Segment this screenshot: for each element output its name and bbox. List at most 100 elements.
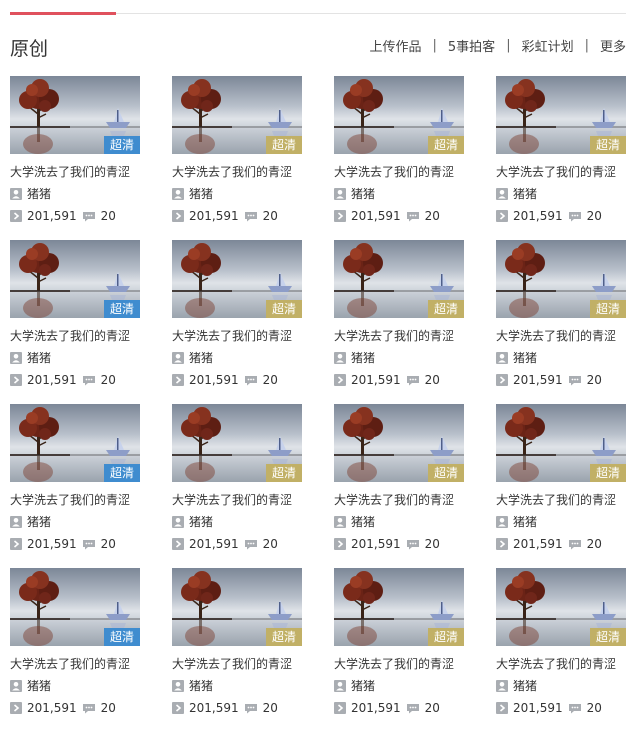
comment-icon	[568, 375, 581, 385]
video-title[interactable]: 大学洗去了我们的青涩	[334, 164, 464, 180]
video-thumbnail[interactable]: 超清	[10, 568, 140, 646]
comment-count: 20	[424, 209, 440, 223]
video-title[interactable]: 大学洗去了我们的青涩	[10, 164, 140, 180]
author-name[interactable]: 猪猪	[189, 678, 213, 694]
author-name[interactable]: 猪猪	[513, 514, 537, 530]
video-title[interactable]: 大学洗去了我们的青涩	[334, 328, 464, 344]
quality-badge: 超清	[428, 300, 464, 318]
author-name[interactable]: 猪猪	[27, 678, 51, 694]
video-thumbnail[interactable]: 超清	[10, 240, 140, 318]
video-card[interactable]: 超清 大学洗去了我们的青涩 猪猪 201,591 20	[496, 240, 626, 388]
video-title[interactable]: 大学洗去了我们的青涩	[172, 492, 302, 508]
video-thumbnail[interactable]: 超清	[10, 76, 140, 154]
stats-row: 201,591 20	[172, 208, 302, 224]
video-card[interactable]: 超清 大学洗去了我们的青涩 猪猪 201,591 20	[334, 568, 464, 716]
video-card[interactable]: 超清 大学洗去了我们的青涩 猪猪 201,591 20	[172, 76, 302, 224]
video-card[interactable]: 超清 大学洗去了我们的青涩 猪猪 201,591 20	[496, 76, 626, 224]
author-name[interactable]: 猪猪	[351, 678, 375, 694]
play-count: 201,591	[351, 209, 401, 223]
author-row: 猪猪	[334, 514, 464, 530]
user-icon	[172, 680, 184, 692]
video-thumbnail[interactable]: 超清	[172, 568, 302, 646]
video-card[interactable]: 超清 大学洗去了我们的青涩 猪猪 201,591 20	[172, 240, 302, 388]
author-name[interactable]: 猪猪	[189, 514, 213, 530]
quality-badge: 超清	[266, 464, 302, 482]
nav-link-rainbow-plan[interactable]: 彩虹计划	[522, 36, 574, 55]
video-title[interactable]: 大学洗去了我们的青涩	[10, 328, 140, 344]
video-card[interactable]: 超清 大学洗去了我们的青涩 猪猪 201,591 20	[334, 240, 464, 388]
play-count: 201,591	[27, 701, 77, 715]
play-count: 201,591	[189, 701, 239, 715]
video-card[interactable]: 超清 大学洗去了我们的青涩 猪猪 201,591 20	[496, 568, 626, 716]
video-thumbnail[interactable]: 超清	[172, 76, 302, 154]
user-icon	[10, 680, 22, 692]
author-row: 猪猪	[496, 678, 626, 694]
nav-link-upload[interactable]: 上传作品	[370, 36, 422, 55]
video-grid: 超清 大学洗去了我们的青涩 猪猪 201,591 20 超清 大学洗去了我们的青…	[10, 76, 626, 716]
author-name[interactable]: 猪猪	[189, 186, 213, 202]
video-thumbnail[interactable]: 超清	[496, 76, 626, 154]
video-thumbnail[interactable]: 超清	[496, 568, 626, 646]
author-name[interactable]: 猪猪	[27, 186, 51, 202]
stats-row: 201,591 20	[496, 536, 626, 552]
video-thumbnail[interactable]: 超清	[496, 240, 626, 318]
video-card[interactable]: 超清 大学洗去了我们的青涩 猪猪 201,591 20	[10, 568, 140, 716]
author-name[interactable]: 猪猪	[513, 678, 537, 694]
video-thumbnail[interactable]: 超清	[172, 240, 302, 318]
video-card[interactable]: 超清 大学洗去了我们的青涩 猪猪 201,591 20	[334, 76, 464, 224]
video-title[interactable]: 大学洗去了我们的青涩	[496, 656, 626, 672]
author-name[interactable]: 猪猪	[351, 186, 375, 202]
author-row: 猪猪	[334, 350, 464, 366]
user-icon	[496, 680, 508, 692]
quality-badge: 超清	[266, 628, 302, 646]
quality-badge: 超清	[104, 464, 140, 482]
video-card[interactable]: 超清 大学洗去了我们的青涩 猪猪 201,591 20	[10, 240, 140, 388]
author-name[interactable]: 猪猪	[351, 350, 375, 366]
video-card[interactable]: 超清 大学洗去了我们的青涩 猪猪 201,591 20	[172, 568, 302, 716]
nav-link-more[interactable]: 更多	[600, 36, 626, 55]
video-thumbnail[interactable]: 超清	[172, 404, 302, 482]
author-name[interactable]: 猪猪	[27, 514, 51, 530]
author-name[interactable]: 猪猪	[27, 350, 51, 366]
play-icon	[334, 374, 346, 386]
video-card[interactable]: 超清 大学洗去了我们的青涩 猪猪 201,591 20	[10, 404, 140, 552]
comment-icon	[244, 539, 257, 549]
video-thumbnail[interactable]: 超清	[334, 76, 464, 154]
comment-icon	[244, 211, 257, 221]
comment-count: 20	[586, 373, 602, 387]
author-name[interactable]: 猪猪	[351, 514, 375, 530]
author-row: 猪猪	[334, 678, 464, 694]
video-title[interactable]: 大学洗去了我们的青涩	[334, 656, 464, 672]
video-thumbnail[interactable]: 超清	[334, 240, 464, 318]
play-icon	[496, 374, 508, 386]
video-card[interactable]: 超清 大学洗去了我们的青涩 猪猪 201,591 20	[496, 404, 626, 552]
nav-link-5shi-paike[interactable]: 5事拍客	[448, 36, 495, 55]
video-title[interactable]: 大学洗去了我们的青涩	[334, 492, 464, 508]
video-title[interactable]: 大学洗去了我们的青涩	[172, 656, 302, 672]
comment-count: 20	[100, 701, 116, 715]
video-title[interactable]: 大学洗去了我们的青涩	[496, 164, 626, 180]
author-row: 猪猪	[496, 186, 626, 202]
video-title[interactable]: 大学洗去了我们的青涩	[496, 492, 626, 508]
video-title[interactable]: 大学洗去了我们的青涩	[10, 492, 140, 508]
video-title[interactable]: 大学洗去了我们的青涩	[172, 328, 302, 344]
video-card[interactable]: 超清 大学洗去了我们的青涩 猪猪 201,591 20	[172, 404, 302, 552]
quality-badge: 超清	[590, 136, 626, 154]
quality-badge: 超清	[266, 300, 302, 318]
video-thumbnail[interactable]: 超清	[334, 404, 464, 482]
author-name[interactable]: 猪猪	[513, 186, 537, 202]
comment-count: 20	[586, 537, 602, 551]
play-icon	[10, 374, 22, 386]
video-card[interactable]: 超清 大学洗去了我们的青涩 猪猪 201,591 20	[10, 76, 140, 224]
video-title[interactable]: 大学洗去了我们的青涩	[10, 656, 140, 672]
video-card[interactable]: 超清 大学洗去了我们的青涩 猪猪 201,591 20	[334, 404, 464, 552]
video-thumbnail[interactable]: 超清	[496, 404, 626, 482]
video-thumbnail[interactable]: 超清	[10, 404, 140, 482]
video-thumbnail[interactable]: 超清	[334, 568, 464, 646]
author-name[interactable]: 猪猪	[189, 350, 213, 366]
video-title[interactable]: 大学洗去了我们的青涩	[496, 328, 626, 344]
author-name[interactable]: 猪猪	[513, 350, 537, 366]
video-title[interactable]: 大学洗去了我们的青涩	[172, 164, 302, 180]
user-icon	[172, 188, 184, 200]
stats-row: 201,591 20	[172, 372, 302, 388]
